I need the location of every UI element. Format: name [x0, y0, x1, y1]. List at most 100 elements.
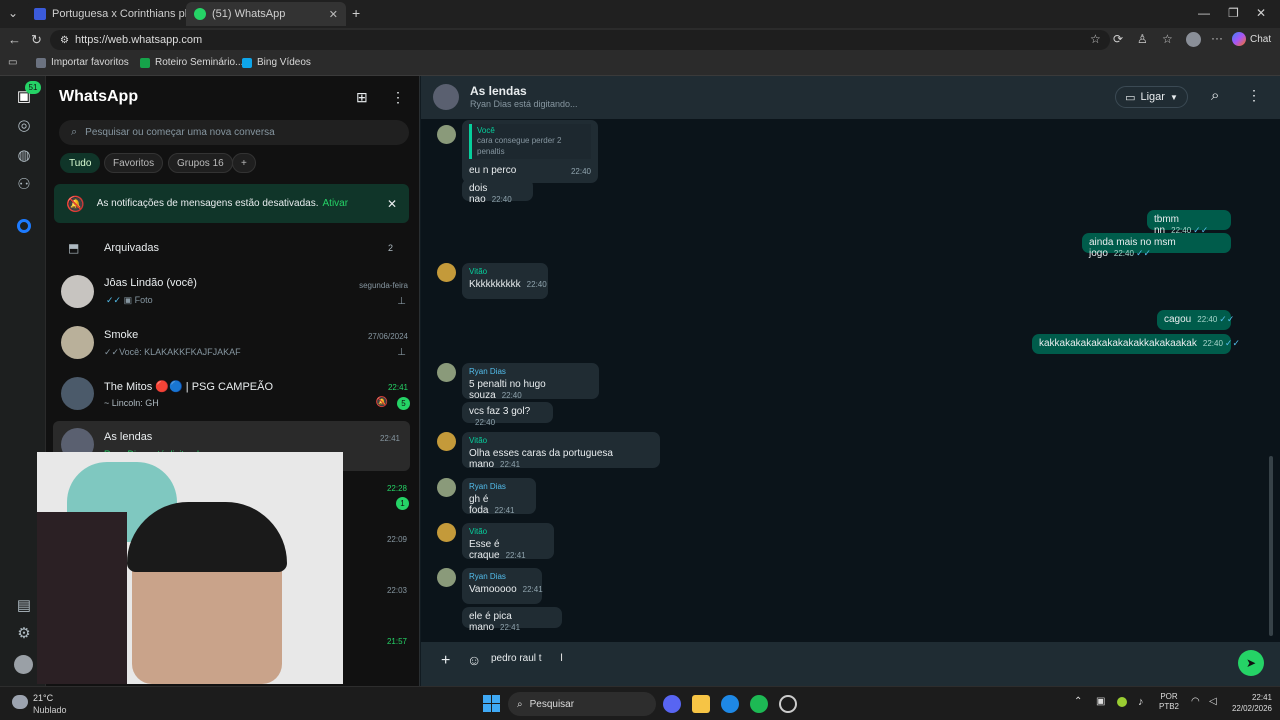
- media-icon[interactable]: ▤: [14, 596, 34, 616]
- tray-chevron-icon[interactable]: ⌃: [1074, 696, 1082, 707]
- discord-icon[interactable]: [663, 695, 681, 713]
- message-time: 22:40: [526, 280, 547, 289]
- extension-icon[interactable]: ⟳: [1113, 32, 1123, 46]
- new-chat-icon[interactable]: ⊞: [356, 89, 368, 106]
- add-filter-button[interactable]: +: [232, 153, 256, 173]
- communities-icon[interactable]: ⚇: [14, 175, 34, 195]
- profile-avatar[interactable]: [14, 655, 33, 674]
- archived-count: 2: [387, 243, 393, 253]
- filter-groups[interactable]: Grupos 16: [168, 153, 233, 173]
- tab-title: Portuguesa x Corinthians placar ao: [52, 8, 186, 20]
- edge-icon[interactable]: [721, 695, 739, 713]
- windows-start-icon[interactable]: [483, 695, 500, 712]
- scrollbar[interactable]: [1269, 456, 1273, 636]
- settings-icon[interactable]: ⚙: [14, 624, 34, 644]
- menu-icon[interactable]: ⋮: [1247, 87, 1261, 104]
- sticker-icon[interactable]: ☺: [467, 652, 481, 668]
- favorite-import[interactable]: Importar favoritos: [36, 57, 129, 68]
- favorite-star-icon[interactable]: ☆: [1090, 32, 1101, 46]
- message-time: 22:40: [1197, 315, 1218, 324]
- back-icon[interactable]: ←: [8, 32, 21, 47]
- chat-row[interactable]: Smoke ✓✓Você: KLAKAKKFKAJFJAKAF 27/06/20…: [46, 319, 420, 369]
- channels-icon[interactable]: ◍: [14, 146, 34, 166]
- close-icon[interactable]: ✕: [323, 8, 338, 21]
- meta-ai-icon[interactable]: [17, 219, 31, 233]
- tab-list-icon[interactable]: ⌄: [8, 6, 18, 20]
- tray-app-icon[interactable]: [1117, 697, 1127, 707]
- reading-icon[interactable]: ▭: [8, 57, 17, 68]
- conversation-title[interactable]: As lendas: [470, 84, 527, 98]
- clock[interactable]: 22:41 22/02/2026: [1226, 692, 1272, 714]
- message-bubble[interactable]: Vitão Esse é craque 22:41: [462, 523, 554, 561]
- language-indicator[interactable]: POR PTB2: [1159, 692, 1179, 712]
- quoted-sender: Você: [477, 126, 495, 135]
- message-bubble[interactable]: Vitão Olha esses caras da portuguesa man…: [462, 432, 660, 470]
- tray-app-icon[interactable]: ▣: [1096, 696, 1105, 707]
- taskbar-search[interactable]: ⌕ Pesquisar: [508, 692, 656, 716]
- search-icon[interactable]: ⌕: [1211, 87, 1219, 104]
- message-time: 22:40: [1202, 339, 1223, 348]
- chat-row[interactable]: The Mitos 🔴🔵 | PSG CAMPEÃO ~ Lincoln: GH…: [46, 370, 420, 420]
- bing-icon: [242, 57, 252, 68]
- browser-essentials-icon[interactable]: ♙: [1137, 32, 1148, 46]
- url-field[interactable]: ⚙ https://web.whatsapp.com: [50, 30, 1110, 50]
- new-tab-icon[interactable]: +: [352, 5, 360, 21]
- chat-row[interactable]: Jôas Lindão (você) ✓✓ ▣ Foto segunda-fei…: [46, 268, 420, 318]
- enable-notifications-link[interactable]: Ativar: [323, 198, 349, 209]
- minimize-icon[interactable]: —: [1198, 6, 1210, 20]
- sender-avatar: [437, 523, 456, 542]
- call-button[interactable]: ▭ Ligar ▼: [1115, 86, 1188, 108]
- chat-name: The Mitos 🔴🔵 | PSG CAMPEÃO: [104, 381, 274, 393]
- tab-portuguesa[interactable]: Portuguesa x Corinthians placar ao ✕: [26, 2, 186, 26]
- message-bubble[interactable]: dois nao 22:40: [462, 179, 533, 205]
- message-bubble[interactable]: ainda mais no msm jogo 22:40 ✓✓: [1082, 233, 1231, 259]
- filter-favorites[interactable]: Favoritos: [104, 153, 164, 173]
- message-bubble[interactable]: cagou 22:40 ✓✓: [1157, 310, 1234, 330]
- sent-ticks-icon: ✓✓: [104, 347, 120, 357]
- window-close-icon[interactable]: ✕: [1256, 6, 1266, 20]
- weather-cloud-icon[interactable]: [12, 695, 28, 709]
- microphone-icon[interactable]: ♪: [1138, 696, 1144, 708]
- message-input[interactable]: pedro raul t: [491, 653, 542, 664]
- chat-name: Jôas Lindão (você): [104, 277, 197, 289]
- restore-icon[interactable]: ❐: [1228, 6, 1239, 20]
- chat-time: 22:41: [379, 434, 400, 443]
- menu-icon[interactable]: ⋮: [391, 89, 405, 106]
- message-bubble[interactable]: Ryan Dias Vamooooo 22:41: [462, 568, 543, 604]
- volume-icon[interactable]: ◁: [1209, 696, 1217, 707]
- favorite-bing-videos[interactable]: Bing Vídeos: [242, 57, 311, 68]
- unread-badge: 1: [396, 497, 409, 510]
- quoted-reply[interactable]: Você cara consegue perder 2 penaltis: [469, 124, 591, 159]
- pin-icon: ⊥: [397, 347, 406, 358]
- favorites-icon[interactable]: ☆: [1162, 32, 1173, 46]
- attach-plus-icon[interactable]: +: [441, 652, 450, 670]
- message-bubble[interactable]: kakkakakakakakakakakkakakaakak 22:40 ✓✓: [1032, 334, 1240, 354]
- tab-whatsapp[interactable]: (51) WhatsApp ✕: [186, 2, 346, 26]
- file-explorer-icon[interactable]: [692, 695, 710, 713]
- copilot-chat-button[interactable]: Chat: [1232, 32, 1271, 46]
- steam-icon[interactable]: [779, 695, 797, 713]
- message-bubble[interactable]: Ryan Dias 5 penalti no hugo souza 22:40: [462, 363, 599, 401]
- message-text: Esse é craque: [469, 539, 500, 561]
- status-icon[interactable]: ◎: [14, 116, 34, 136]
- message-time: 22:40: [501, 391, 522, 400]
- profile-avatar[interactable]: [1186, 32, 1201, 47]
- more-options-icon[interactable]: ···: [1211, 31, 1223, 45]
- refresh-icon[interactable]: ↻: [31, 32, 42, 48]
- message-bubble[interactable]: Você cara consegue perder 2 penaltis eu …: [462, 120, 598, 183]
- spotify-icon[interactable]: [750, 695, 768, 713]
- favorite-roteiro[interactable]: Roteiro Seminário...: [140, 57, 243, 68]
- wifi-icon[interactable]: ◠: [1191, 696, 1200, 707]
- message-bubble[interactable]: Ryan Dias gh é foda 22:41: [462, 478, 536, 516]
- close-icon[interactable]: ✕: [387, 197, 397, 211]
- group-avatar[interactable]: [433, 84, 459, 110]
- message-bubble[interactable]: Vitão Kkkkkkkkkk 22:40: [462, 263, 548, 299]
- message-bubble[interactable]: tbmm nn 22:40 ✓✓: [1147, 210, 1231, 236]
- search-box[interactable]: ⌕ Pesquisar ou começar uma nova conversa: [59, 120, 409, 145]
- filter-all[interactable]: Tudo: [60, 153, 101, 173]
- archived-row[interactable]: ⬒ Arquivadas 2: [68, 238, 413, 258]
- send-icon[interactable]: ➤: [1238, 650, 1264, 676]
- message-bubble[interactable]: ele é pica mano 22:41: [462, 607, 562, 633]
- site-info-icon[interactable]: ⚙: [60, 35, 69, 46]
- message-bubble[interactable]: vcs faz 3 gol?22:40: [462, 402, 553, 427]
